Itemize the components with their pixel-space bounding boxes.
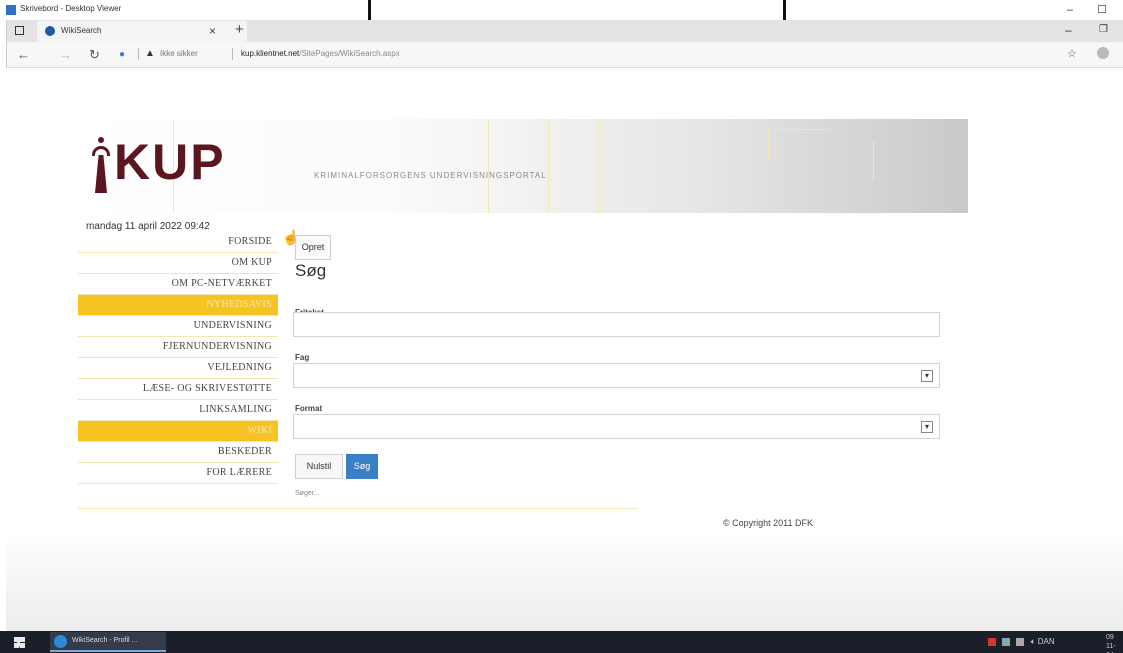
volume-icon[interactable]: 🔈︎ [1031,637,1036,646]
nav-item-linksamling[interactable]: LINKSAMLING [78,400,278,421]
site-subtitle: KRIMINALFORSORGENS UNDERVISNINGSPORTAL [314,171,547,180]
network-icon[interactable] [1002,637,1011,646]
device-icon[interactable] [1016,637,1025,646]
tab-title: WikiSearch [61,26,102,35]
taskbar-item-label: WikiSearch - Profil ... [72,637,138,644]
back-icon[interactable]: ← [17,47,30,62]
profile-icon[interactable] [1097,47,1109,59]
desktop-viewer-icon [6,5,16,15]
not-secure-label[interactable]: Ikke sikker [160,49,198,58]
tab-actions-icon[interactable] [15,26,24,35]
system-tray: 🔈︎ DAN [988,637,1055,647]
viewer-minimize-button[interactable]: – [1060,2,1080,18]
nav-item-vejledning[interactable]: VEJLEDNING [78,358,278,379]
address-bar-row: ← → ↻ ● ▲ Ikke sikker kup.klientnet.net/… [7,42,1123,68]
favorites-icon[interactable]: ☆ [1067,47,1077,60]
clock[interactable]: 09 11-04 [1106,633,1123,653]
nulstil-button[interactable]: Nulstil [295,454,343,479]
browser-minimize-button[interactable]: – [1065,23,1072,37]
security-icon[interactable] [988,637,996,646]
forward-icon[interactable]: → [59,47,72,62]
new-tab-button[interactable]: + [235,21,244,38]
search-status: Søger... [295,490,320,497]
warning-icon: ▲ [145,48,155,59]
format-select[interactable]: ▾ [293,414,940,439]
nav-item-læse-og-skrivestøtte[interactable]: LÆSE- OG SKRIVESTØTTE [78,379,278,400]
refresh-icon[interactable]: ↻ [89,47,100,63]
address-url[interactable]: kup.klientnet.net/SitePages/WikiSearch.a… [241,49,400,58]
language-indicator[interactable]: DAN [1038,637,1055,646]
nav-item-fjernundervisning[interactable]: FJERNUNDERVISNING [78,337,278,358]
edge-icon [45,26,55,36]
tab-close-icon[interactable]: × [209,24,216,38]
fag-select[interactable]: ▾ [293,363,940,388]
side-navigation: FORSIDE OM KUP OM PC-NETVÆRKET NYHEDSAVIS UN… [78,232,278,484]
viewer-title: Skrivebord - Desktop Viewer [20,4,122,13]
format-label: Format [295,404,323,413]
viewer-maximize-button[interactable]: ☐ [1092,2,1112,18]
nav-item-forside[interactable]: FORSIDE [78,232,278,253]
edge-logo-icon: ● [119,49,126,60]
nav-item-undervisning[interactable]: UNDERVISNING [78,316,278,337]
chevron-down-icon[interactable]: ▾ [921,370,933,382]
nav-item-om-pc-netværket[interactable]: OM PC-NETVÆRKET [78,274,278,295]
chevron-down-icon[interactable]: ▾ [921,421,933,433]
nav-item-for-lærere[interactable]: FOR LÆRERE [78,463,278,484]
browser-restore-button[interactable]: ❐ [1099,24,1108,35]
windows-start-icon[interactable] [14,637,25,648]
nav-item-beskeder[interactable]: BESKEDER [78,442,278,463]
url-host: kup.klientnet.net [241,49,300,58]
nav-item-om-kup[interactable]: OM KUP [78,253,278,274]
tab-strip: WikiSearch × + – ❐ [7,20,1123,42]
kup-logo-icon [92,137,110,193]
tab-wikisearch[interactable]: WikiSearch × [37,21,247,42]
taskbar: WikiSearch - Profil ... 🔈︎ DAN 09 11-04 [0,631,1123,653]
fag-label: Fag [295,353,310,362]
fritekst-input[interactable] [293,312,940,337]
taskbar-item-browser[interactable]: WikiSearch - Profil ... [50,632,166,652]
web-page: KUP KRIMINALFORSORGENS UNDERVISNINGSPORT… [6,69,1123,631]
site-logo-text[interactable]: KUP [114,133,226,191]
url-path: /SitePages/WikiSearch.aspx [299,49,400,58]
current-date: mandag 11 april 2022 09:42 [86,221,210,232]
clock-date: 11-04 [1106,643,1116,653]
search-heading: Søg [295,261,327,280]
browser-chrome: WikiSearch × + – ❐ ← → ↻ ● ▲ Ikke sikker… [6,20,1123,68]
copyright-text: © Copyright 2011 DFK [723,518,814,528]
search-button[interactable]: Søg [346,454,378,479]
nav-item-wiki[interactable]: WIKI [78,421,278,442]
nav-item-nyhedsavis[interactable]: NYHEDSAVIS [78,295,278,316]
edge-icon [54,635,67,648]
clock-time: 09 [1106,634,1114,641]
site-banner: KUP KRIMINALFORSORGENS UNDERVISNINGSPORT… [78,119,968,213]
opret-button[interactable]: Opret [295,235,331,260]
